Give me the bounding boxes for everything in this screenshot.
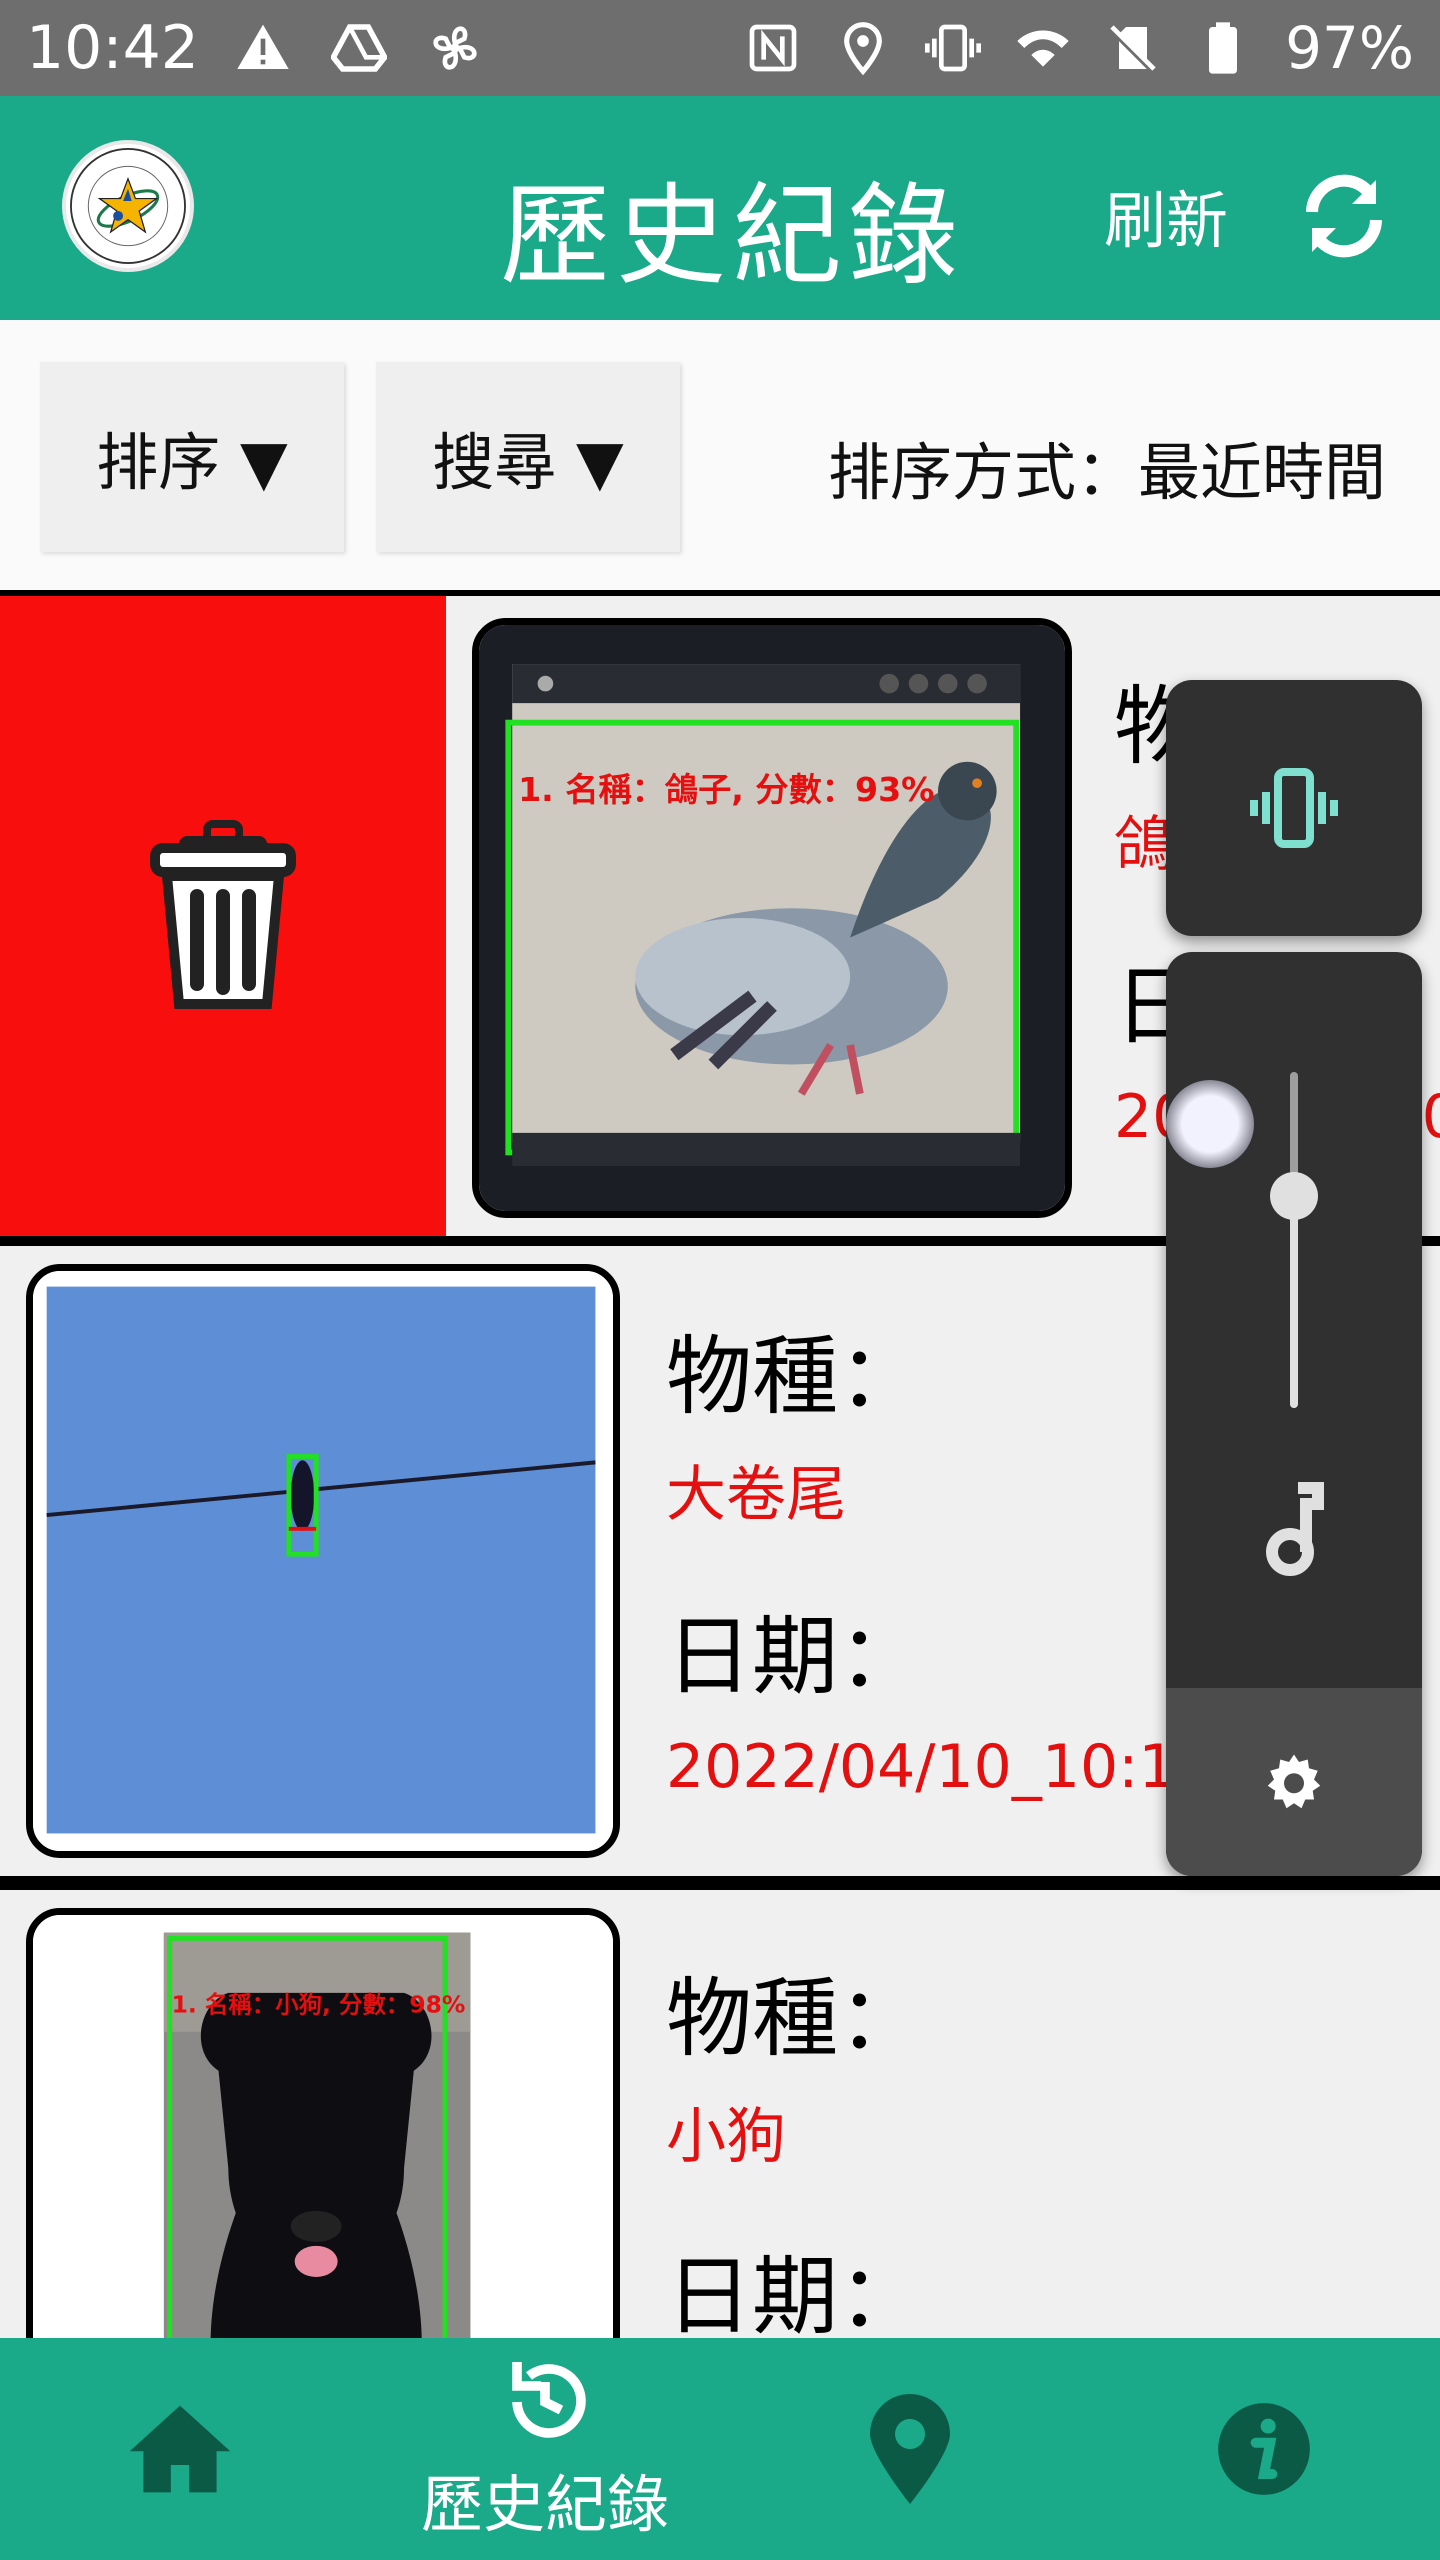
detection-label: 1. 名稱：鴿子, 分數：93% <box>518 770 934 809</box>
status-time: 10:42 <box>26 13 199 83</box>
drive-icon <box>330 24 387 72</box>
university-logo <box>62 140 194 272</box>
map-pin-icon <box>870 2394 950 2504</box>
battery-icon <box>1209 22 1238 74</box>
vibrate-icon <box>925 24 982 72</box>
volume-settings-button[interactable] <box>1166 1688 1422 1876</box>
status-bar: 10:42 97% <box>0 0 1440 96</box>
wifi-icon <box>1017 30 1069 67</box>
no-sim-icon <box>1109 25 1157 74</box>
ringer-mode-button[interactable] <box>1166 680 1422 936</box>
app-bar: 歷史紀錄 刷新 <box>0 96 1440 320</box>
history-icon <box>512 2362 586 2438</box>
trash-icon[interactable] <box>143 816 303 1016</box>
search-button[interactable]: 搜尋 ▼ <box>376 362 680 552</box>
detection-label: 1. 名稱：小狗, 分數：98% <box>172 1990 466 2018</box>
nav-history[interactable]: 歷史紀錄 <box>400 2338 690 2560</box>
toolbar: 排序 ▼ 搜尋 ▼ 排序方式：最近時間 <box>0 320 1440 590</box>
pigeon-photo: 1. 名稱：鴿子, 分數：93% <box>479 625 1065 1211</box>
vibrate-icon <box>1250 768 1338 848</box>
list-item[interactable]: 1. 名稱：小狗, 分數：98% 物種： 小狗 日期： <box>0 1890 1440 2338</box>
nav-home[interactable] <box>80 2338 280 2560</box>
record-thumbnail[interactable] <box>26 1264 620 1858</box>
location-icon <box>844 22 882 76</box>
record-thumbnail[interactable]: 1. 名稱：小狗, 分數：98% <box>26 1908 620 2338</box>
music-note-icon <box>1266 1482 1324 1576</box>
date-label: 日期： <box>666 2247 924 2338</box>
warning-icon <box>237 24 289 70</box>
sort-mode-text: 排序方式：最近時間 <box>827 436 1386 509</box>
drongo-photo <box>33 1271 613 1851</box>
home-icon <box>129 2405 231 2493</box>
page-title: 歷史紀錄 <box>500 172 964 300</box>
sort-button[interactable]: 排序 ▼ <box>40 362 344 552</box>
nav-info[interactable] <box>1164 2338 1364 2560</box>
dog-photo: 1. 名稱：小狗, 分數：98% <box>33 1915 613 2338</box>
nav-history-label: 歷史紀錄 <box>420 2468 669 2541</box>
volume-level <box>1290 1196 1298 1408</box>
fan-icon <box>433 26 477 70</box>
gear-icon <box>1267 1754 1321 1809</box>
volume-thumb[interactable] <box>1270 1172 1318 1221</box>
date-label: 日期： <box>666 1607 924 1707</box>
info-icon <box>1218 2403 1310 2495</box>
refresh-button-label[interactable]: 刷新 <box>1104 170 1228 260</box>
record-content[interactable]: 1. 名稱：小狗, 分數：98% 物種： 小狗 日期： <box>10 1890 1440 2338</box>
species-label: 物種： <box>666 1969 924 2069</box>
delete-action[interactable] <box>0 596 446 1236</box>
date-value: 2022/04/10_10:10 <box>666 1732 1215 1802</box>
touch-indicator <box>1166 1080 1254 1168</box>
species-value: 小狗 <box>666 2102 786 2172</box>
battery-percent: 97% <box>1285 14 1414 82</box>
nav-map[interactable] <box>810 2338 1010 2560</box>
bottom-navigation: 歷史紀錄 <box>0 2338 1440 2560</box>
species-value: 大卷尾 <box>666 1460 846 1530</box>
nfc-icon <box>749 24 797 72</box>
species-label: 物種： <box>666 1327 924 1427</box>
record-thumbnail[interactable]: 1. 名稱：鴿子, 分數：93% <box>472 618 1072 1218</box>
refresh-icon[interactable] <box>1296 168 1392 264</box>
